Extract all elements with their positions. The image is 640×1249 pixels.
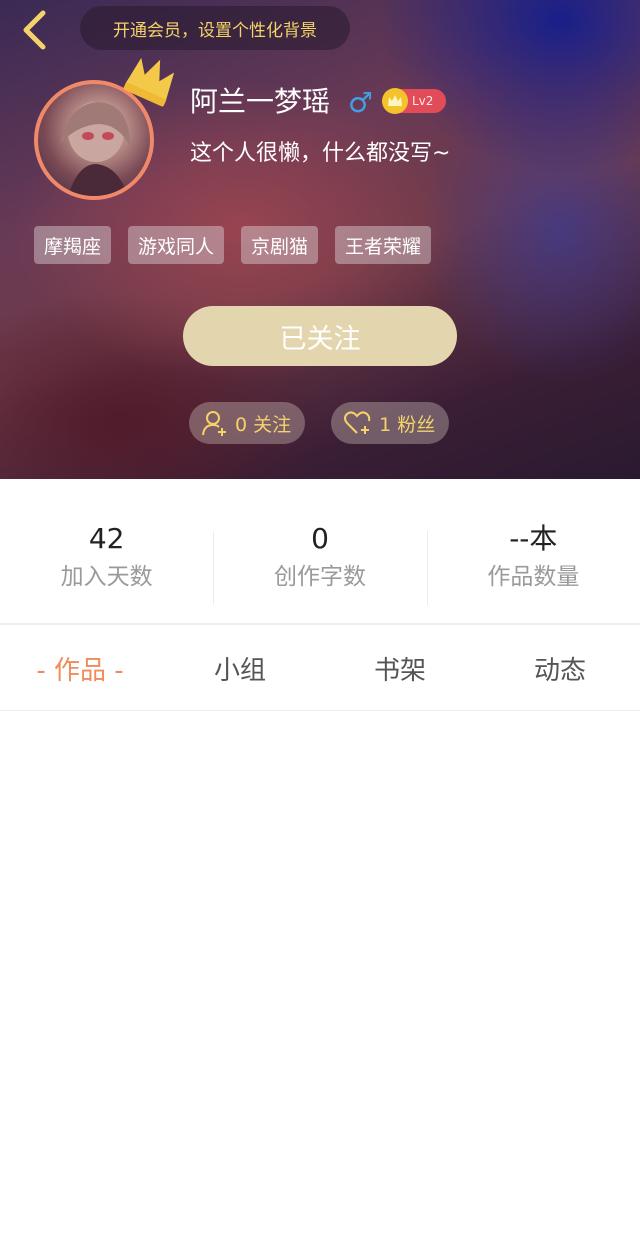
tab-works[interactable]: - 作品 -: [0, 625, 160, 711]
tab-activity[interactable]: 动态: [480, 625, 640, 711]
follow-counts: 0 关注 1 粉丝: [189, 402, 450, 444]
tab-bookshelf[interactable]: 书架: [320, 625, 480, 711]
tag-item[interactable]: 摩羯座: [34, 226, 112, 264]
vip-crown-icon: [382, 88, 408, 114]
stat-label: 加入天数: [60, 564, 153, 590]
tag-item[interactable]: 京剧猫: [241, 226, 319, 264]
stat-word-count: 0 创作字数: [213, 519, 426, 609]
stat-joined-days: 42 加入天数: [0, 519, 213, 609]
profile-header: 开通会员，设置个性化背景 阿兰一梦瑶 ♂ Lv2 这个人很懒，什么都没写~ 摩羯…: [0, 0, 640, 479]
avatar-image: [60, 102, 130, 196]
vip-banner-text: 开通会员，设置个性化背景: [113, 20, 317, 41]
following-count-text: 0 关注: [235, 413, 292, 436]
fans-count-text: 1 粉丝: [379, 413, 436, 436]
stat-value: 42: [88, 522, 125, 555]
username: 阿兰一梦瑶: [190, 85, 331, 118]
divider: [0, 710, 640, 711]
user-add-icon: [202, 411, 226, 436]
avatar-container[interactable]: [34, 57, 175, 200]
level-badge[interactable]: Lv2: [382, 88, 446, 114]
stat-value: 0: [311, 522, 329, 555]
following-count-button[interactable]: 0 关注: [189, 402, 306, 444]
followed-button[interactable]: 已关注: [183, 306, 457, 366]
chevron-left-icon: [23, 10, 46, 50]
heart-add-icon: [344, 411, 371, 434]
bio-text: 这个人很懒，什么都没写~: [190, 141, 451, 166]
tag-item[interactable]: 王者荣耀: [335, 226, 432, 264]
profile-tabs: - 作品 - 小组 书架 动态: [0, 625, 640, 711]
male-icon: ♂: [348, 86, 374, 119]
stats-row: 42 加入天数 0 创作字数 --本 作品数量: [0, 519, 640, 609]
back-button[interactable]: [16, 8, 52, 52]
tab-groups[interactable]: 小组: [160, 625, 320, 711]
level-text: Lv2: [412, 94, 434, 108]
fans-count-button[interactable]: 1 粉丝: [331, 402, 450, 444]
stat-value: --本: [509, 522, 558, 555]
tag-item[interactable]: 游戏同人: [128, 226, 225, 264]
stat-works-count: --本 作品数量: [426, 519, 640, 609]
avatar[interactable]: [34, 80, 154, 200]
stat-label: 作品数量: [487, 564, 580, 590]
vip-background-banner[interactable]: 开通会员，设置个性化背景: [80, 6, 350, 50]
tag-list: 摩羯座 游戏同人 京剧猫 王者荣耀: [34, 226, 448, 264]
stat-label: 创作字数: [273, 564, 366, 590]
